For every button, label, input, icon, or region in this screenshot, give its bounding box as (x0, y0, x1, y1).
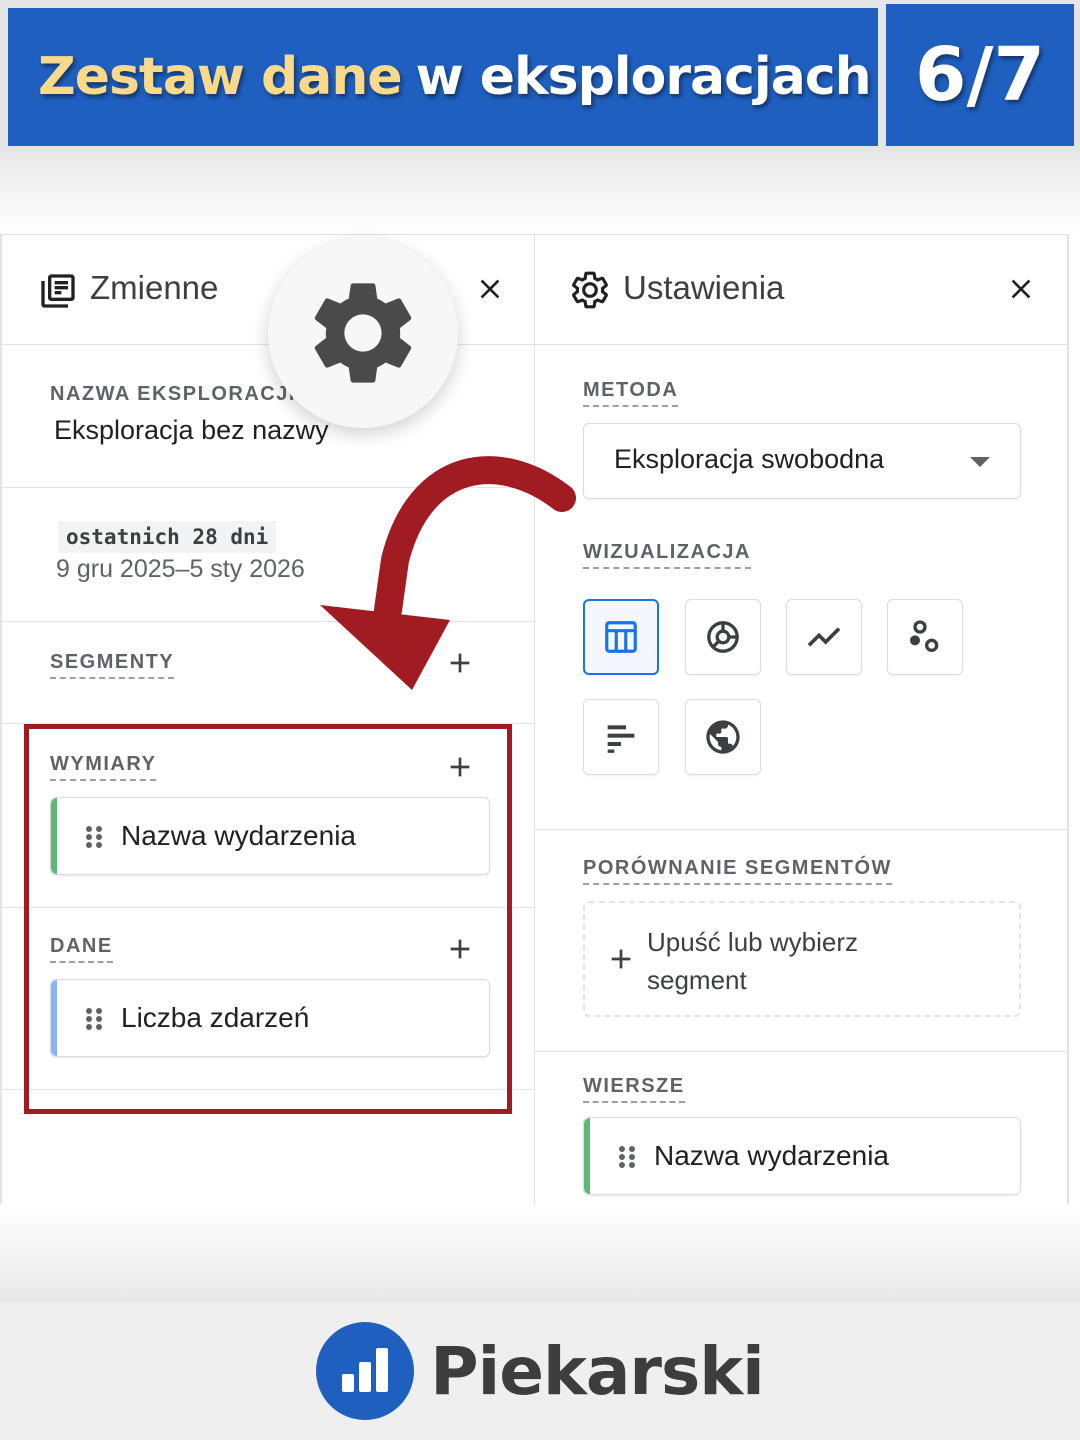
settings-icon (569, 269, 611, 316)
viz-line-button[interactable] (786, 599, 862, 675)
settings-gear-callout (268, 238, 458, 428)
chip-accent (584, 1118, 590, 1194)
segment-drop-text: Upuść lub wybierz segment (647, 927, 858, 995)
scatter-plot-icon (910, 620, 939, 652)
line-chart-icon (807, 627, 841, 647)
settings-panel-title: Ustawienia (623, 269, 785, 306)
divider (535, 829, 1067, 830)
page-indicator: 6/7 (886, 4, 1074, 146)
variables-panel-title: Zmienne (90, 269, 219, 306)
viz-donut-button[interactable] (685, 599, 761, 675)
footer-brand: Piekarski (0, 1302, 1080, 1440)
table-icon (605, 621, 637, 653)
curved-arrow-icon (320, 456, 576, 690)
divider (535, 1051, 1067, 1052)
banner-title-rest: w eksploracjach (415, 47, 872, 107)
bar-chart-icon (607, 725, 635, 753)
viz-scatter-button[interactable] (887, 599, 963, 675)
brand-logo-icon (316, 1322, 415, 1420)
close-icon (480, 279, 500, 299)
exploration-name-input[interactable]: Eksploracja bez nazwy (54, 415, 329, 446)
method-select-value: Eksploracja swobodna (614, 444, 885, 474)
header-banner: Zestaw dane w eksploracjach 6/7 (0, 0, 1080, 152)
close-icon (1011, 279, 1031, 299)
drag-handle-icon[interactable] (616, 1144, 638, 1175)
date-range-badge: ostatnich 28 dni (58, 521, 277, 553)
plus-icon (605, 943, 637, 980)
bottom-fade (0, 1204, 1080, 1302)
visualization-label: WIZUALIZACJA (583, 541, 751, 569)
globe-icon (706, 720, 740, 754)
viz-table-button[interactable] (583, 599, 659, 675)
date-range-value[interactable]: 9 gru 2025–5 sty 2026 (56, 555, 305, 584)
viz-geo-button[interactable] (685, 699, 761, 775)
settings-panel: Ustawienia METODA Eksploracja swobodna W… (535, 234, 1069, 1204)
method-select[interactable]: Eksploracja swobodna (583, 423, 1021, 499)
row-chip-label: Nazwa wydarzenia (654, 1140, 889, 1171)
gear-icon (314, 283, 412, 383)
highlight-dimensions-metrics (24, 724, 512, 1114)
rows-label: WIERSZE (583, 1075, 685, 1103)
banner-title: Zestaw dane w eksploracjach (8, 8, 878, 146)
segment-comparison-label: PORÓWNANIE SEGMENTÓW (583, 857, 892, 885)
dropdown-caret-icon (970, 457, 990, 467)
viz-bar-button[interactable] (583, 699, 659, 775)
segment-drop-zone[interactable]: Upuść lub wybierz segment (583, 901, 1021, 1017)
brand-name: Piekarski (430, 1332, 765, 1410)
top-fade (0, 152, 1080, 234)
variables-icon (38, 271, 78, 316)
method-label: METODA (583, 379, 679, 407)
row-chip[interactable]: Nazwa wydarzenia (583, 1117, 1021, 1195)
segments-label: SEGMENTY (50, 651, 175, 679)
donut-chart-icon (707, 621, 739, 653)
exploration-name-label: NAZWA EKSPLORACJI (50, 383, 296, 405)
banner-title-highlight: Zestaw dane (38, 47, 403, 107)
close-variables-button[interactable] (474, 273, 506, 305)
close-settings-button[interactable] (1005, 273, 1037, 305)
settings-panel-header: Ustawienia (535, 235, 1067, 345)
